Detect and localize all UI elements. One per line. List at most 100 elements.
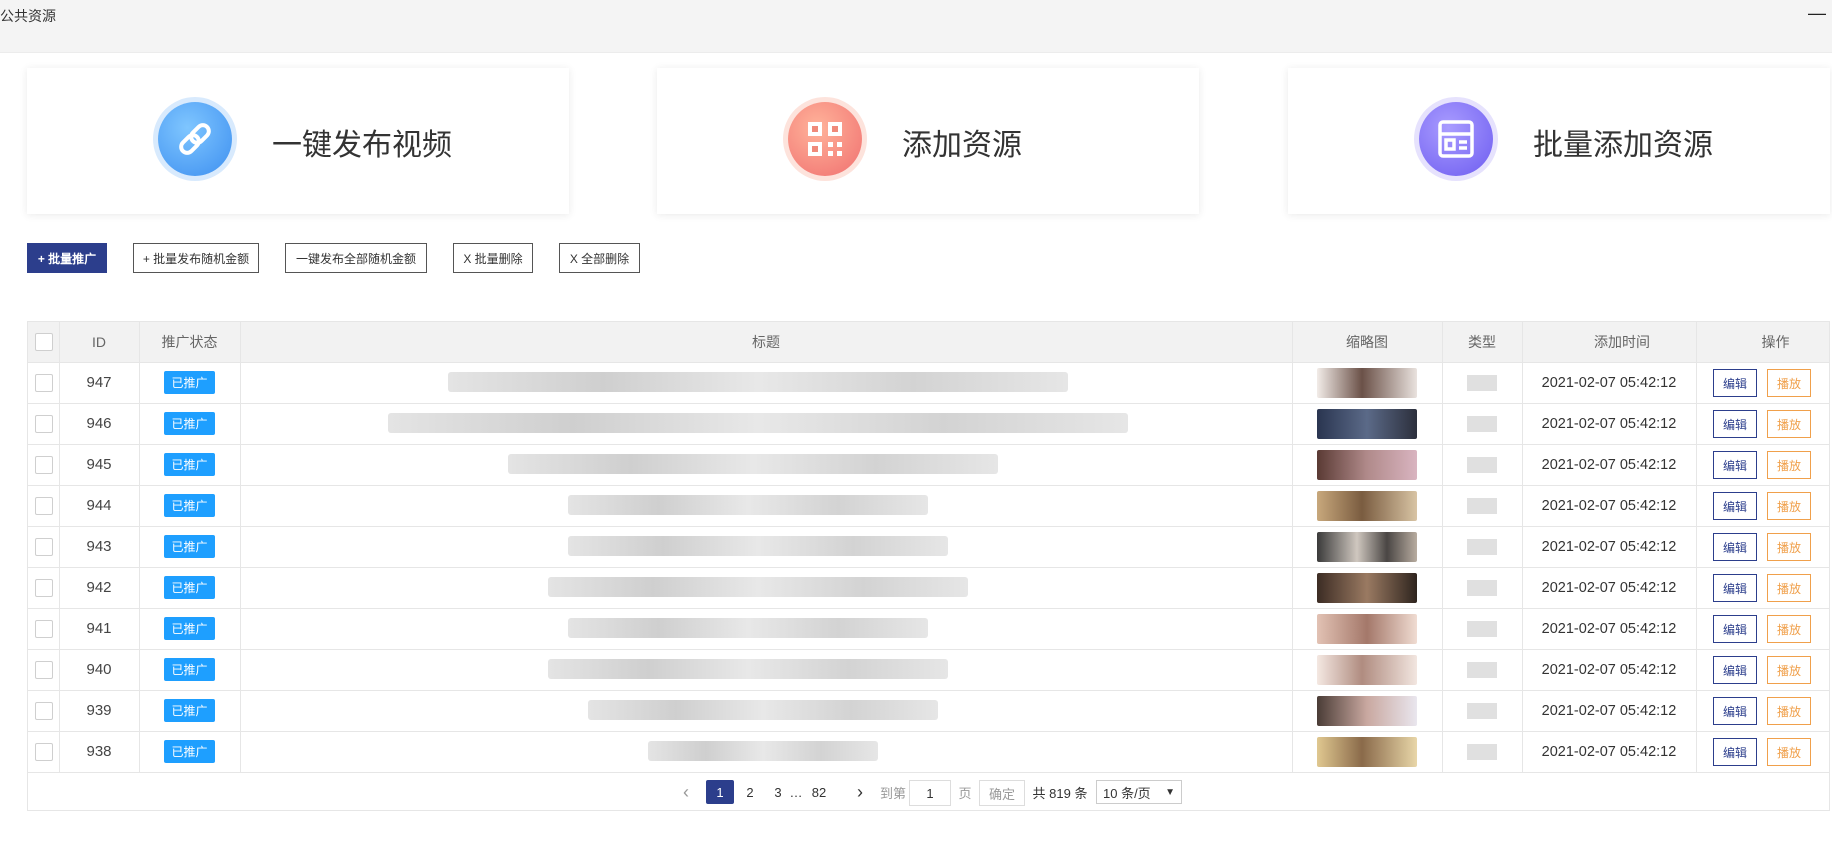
type-redacted	[1467, 497, 1497, 514]
page-size-select[interactable]: 10 条/页 ▼	[1096, 780, 1182, 804]
edit-button[interactable]: 编辑	[1713, 410, 1757, 438]
edit-button[interactable]: 编辑	[1713, 574, 1757, 602]
table-row[interactable]: 946 已推广 2021-02-07 05:42:12 编辑 播放	[28, 403, 1829, 445]
table-row[interactable]: 943 已推广 2021-02-07 05:42:12 编辑 播放	[28, 526, 1829, 568]
row-checkbox[interactable]	[34, 373, 53, 392]
status-badge: 已推广	[164, 617, 215, 640]
card-batch-add-resource[interactable]: 批量添加资源	[1288, 68, 1830, 214]
play-button[interactable]: 播放	[1767, 615, 1811, 643]
row-checkbox[interactable]	[34, 742, 53, 761]
thumbnail-image	[1317, 654, 1417, 685]
row-checkbox[interactable]	[34, 537, 53, 556]
table-row[interactable]: 940 已推广 2021-02-07 05:42:12 编辑 播放	[28, 649, 1829, 691]
play-button[interactable]: 播放	[1767, 533, 1811, 561]
title-redacted	[508, 454, 998, 474]
added-time: 2021-02-07 05:42:12	[1541, 415, 1677, 432]
table-row[interactable]: 938 已推广 2021-02-07 05:42:12 编辑 播放	[28, 731, 1829, 773]
type-redacted	[1467, 743, 1497, 760]
row-id: 942	[86, 579, 112, 596]
type-redacted	[1467, 620, 1497, 637]
added-time: 2021-02-07 05:42:12	[1541, 579, 1677, 596]
play-button[interactable]: 播放	[1767, 697, 1811, 725]
play-button[interactable]: 播放	[1767, 574, 1811, 602]
row-checkbox[interactable]	[34, 660, 53, 679]
added-time: 2021-02-07 05:42:12	[1541, 743, 1677, 760]
row-checkbox[interactable]	[34, 414, 53, 433]
page-last-button[interactable]: 82	[806, 780, 832, 804]
play-button[interactable]: 播放	[1767, 451, 1811, 479]
type-redacted	[1467, 374, 1497, 391]
edit-button[interactable]: 编辑	[1713, 492, 1757, 520]
added-time: 2021-02-07 05:42:12	[1541, 702, 1677, 719]
card-add-resource[interactable]: 添加资源	[657, 68, 1199, 214]
row-id: 943	[86, 538, 112, 555]
batch-publish-random-button[interactable]: + 批量发布随机金额	[133, 243, 259, 273]
publish-all-random-button[interactable]: 一键发布全部随机金额	[285, 243, 427, 273]
title-redacted	[568, 495, 928, 515]
edit-button[interactable]: 编辑	[1713, 615, 1757, 643]
added-time: 2021-02-07 05:42:12	[1541, 620, 1677, 637]
edit-button[interactable]: 编辑	[1713, 533, 1757, 561]
header-title: 标题	[752, 334, 780, 350]
added-time: 2021-02-07 05:42:12	[1541, 661, 1677, 678]
minimize-icon[interactable]: —	[1808, 3, 1826, 24]
table-row[interactable]: 942 已推广 2021-02-07 05:42:12 编辑 播放	[28, 567, 1829, 609]
select-all-checkbox[interactable]	[34, 333, 53, 351]
row-id: 944	[86, 497, 112, 514]
edit-button[interactable]: 编辑	[1713, 738, 1757, 766]
title-redacted	[588, 700, 938, 720]
status-badge: 已推广	[164, 658, 215, 681]
table-row[interactable]: 945 已推广 2021-02-07 05:42:12 编辑 播放	[28, 444, 1829, 486]
goto-page-input[interactable]: 1	[909, 780, 951, 806]
play-button[interactable]: 播放	[1767, 410, 1811, 438]
pagination: ‹ 1 2 3 … 82 › 到第 1 页 确定 共 819 条 10 条/页 …	[28, 772, 1829, 812]
row-checkbox[interactable]	[34, 701, 53, 720]
title-redacted	[548, 577, 968, 597]
edit-button[interactable]: 编辑	[1713, 369, 1757, 397]
header-id: ID	[92, 334, 106, 350]
card-label: 一键发布视频	[272, 129, 452, 162]
batch-promote-button[interactable]: + 批量推广	[27, 243, 107, 273]
table-row[interactable]: 939 已推广 2021-02-07 05:42:12 编辑 播放	[28, 690, 1829, 732]
pagination-ellipsis: …	[789, 784, 803, 800]
edit-button[interactable]: 编辑	[1713, 656, 1757, 684]
page-1-button[interactable]: 1	[706, 780, 734, 804]
chevron-left-icon[interactable]: ‹	[676, 780, 696, 804]
list-icon	[1419, 102, 1493, 176]
type-redacted	[1467, 538, 1497, 555]
table-header: ID 推广状态 标题 缩略图 类型 添加时间 操作	[28, 322, 1829, 363]
status-badge: 已推广	[164, 494, 215, 517]
card-publish-video[interactable]: 一键发布视频	[27, 68, 569, 214]
play-button[interactable]: 播放	[1767, 738, 1811, 766]
play-button[interactable]: 播放	[1767, 369, 1811, 397]
added-time: 2021-02-07 05:42:12	[1541, 538, 1677, 555]
table-row[interactable]: 941 已推广 2021-02-07 05:42:12 编辑 播放	[28, 608, 1829, 650]
row-id: 941	[86, 620, 112, 637]
table-row[interactable]: 947 已推广 2021-02-07 05:42:12 编辑 播放	[28, 362, 1829, 404]
row-checkbox[interactable]	[34, 496, 53, 515]
status-badge: 已推广	[164, 699, 215, 722]
title-redacted	[548, 659, 948, 679]
page-3-button[interactable]: 3	[768, 780, 788, 804]
type-redacted	[1467, 579, 1497, 596]
added-time: 2021-02-07 05:42:12	[1541, 497, 1677, 514]
row-id: 946	[86, 415, 112, 432]
play-button[interactable]: 播放	[1767, 656, 1811, 684]
thumbnail-image	[1317, 490, 1417, 521]
table-row[interactable]: 944 已推广 2021-02-07 05:42:12 编辑 播放	[28, 485, 1829, 527]
card-label: 批量添加资源	[1533, 129, 1713, 162]
total-count: 共 819 条	[1032, 785, 1088, 801]
status-badge: 已推广	[164, 535, 215, 558]
row-checkbox[interactable]	[34, 455, 53, 474]
page-2-button[interactable]: 2	[740, 780, 760, 804]
chevron-right-icon[interactable]: ›	[850, 780, 870, 804]
thumbnail-image	[1317, 572, 1417, 603]
play-button[interactable]: 播放	[1767, 492, 1811, 520]
confirm-button[interactable]: 确定	[979, 780, 1025, 806]
delete-all-button[interactable]: X 全部删除	[559, 243, 640, 273]
edit-button[interactable]: 编辑	[1713, 697, 1757, 725]
batch-delete-button[interactable]: X 批量删除	[453, 243, 533, 273]
edit-button[interactable]: 编辑	[1713, 451, 1757, 479]
row-checkbox[interactable]	[34, 578, 53, 597]
row-checkbox[interactable]	[34, 619, 53, 638]
